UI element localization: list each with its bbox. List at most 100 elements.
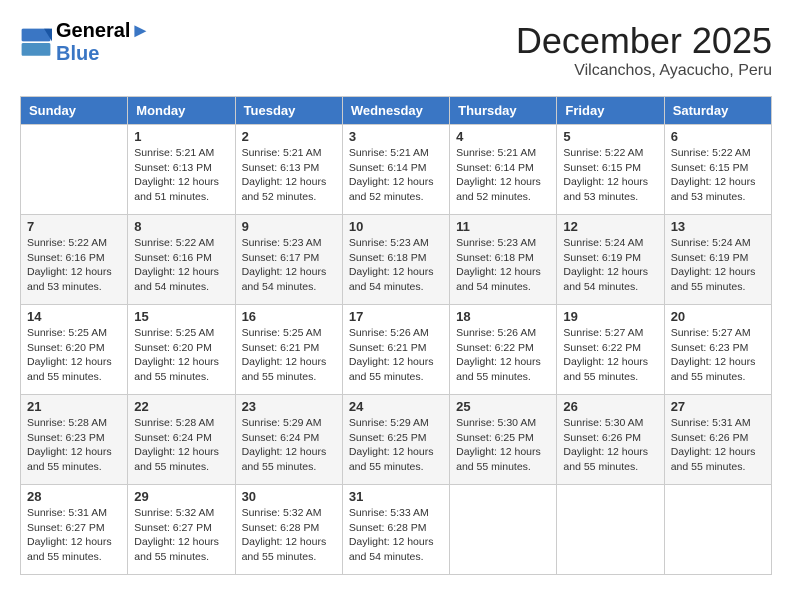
day-number: 24 [349, 399, 443, 414]
calendar-week-2: 7 Sunrise: 5:22 AMSunset: 6:16 PMDaylight… [21, 215, 772, 305]
day-info: Sunrise: 5:33 AMSunset: 6:28 PMDaylight:… [349, 506, 443, 565]
day-info: Sunrise: 5:21 AMSunset: 6:13 PMDaylight:… [242, 146, 336, 205]
day-number: 19 [563, 309, 657, 324]
day-info: Sunrise: 5:27 AMSunset: 6:23 PMDaylight:… [671, 326, 765, 385]
logo-text: General► Blue [56, 20, 150, 66]
calendar-cell: 26 Sunrise: 5:30 AMSunset: 6:26 PMDayligh… [557, 395, 664, 485]
calendar-cell: 30 Sunrise: 5:32 AMSunset: 6:28 PMDayligh… [235, 485, 342, 575]
calendar-cell: 8 Sunrise: 5:22 AMSunset: 6:16 PMDaylight… [128, 215, 235, 305]
day-info: Sunrise: 5:28 AMSunset: 6:23 PMDaylight:… [27, 416, 121, 475]
day-number: 1 [134, 129, 228, 144]
calendar-cell: 18 Sunrise: 5:26 AMSunset: 6:22 PMDayligh… [450, 305, 557, 395]
header-tuesday: Tuesday [235, 97, 342, 125]
calendar-cell: 15Sunrise: 5:25 AMSunset: 6:20 PMDayligh… [128, 305, 235, 395]
day-number: 20 [671, 309, 765, 324]
day-info: Sunrise: 5:21 AMSunset: 6:14 PMDaylight:… [349, 146, 443, 205]
day-number: 12 [563, 219, 657, 234]
day-info: Sunrise: 5:30 AMSunset: 6:25 PMDaylight:… [456, 416, 550, 475]
location-subtitle: Vilcanchos, Ayacucho, Peru [516, 62, 772, 80]
calendar-week-3: 14Sunrise: 5:25 AMSunset: 6:20 PMDayligh… [21, 305, 772, 395]
calendar-cell [21, 125, 128, 215]
day-info: Sunrise: 5:31 AMSunset: 6:26 PMDaylight:… [671, 416, 765, 475]
day-info: Sunrise: 5:25 AMSunset: 6:20 PMDaylight:… [134, 326, 228, 385]
day-info: Sunrise: 5:27 AMSunset: 6:22 PMDaylight:… [563, 326, 657, 385]
month-title: December 2025 [516, 20, 772, 62]
header-monday: Monday [128, 97, 235, 125]
day-number: 7 [27, 219, 121, 234]
day-number: 13 [671, 219, 765, 234]
calendar-cell: 28 Sunrise: 5:31 AMSunset: 6:27 PMDayligh… [21, 485, 128, 575]
calendar-cell: 17 Sunrise: 5:26 AMSunset: 6:21 PMDayligh… [342, 305, 449, 395]
calendar-cell: 10Sunrise: 5:23 AMSunset: 6:18 PMDayligh… [342, 215, 449, 305]
day-info: Sunrise: 5:21 AMSunset: 6:13 PMDaylight:… [134, 146, 228, 205]
day-info: Sunrise: 5:28 AMSunset: 6:24 PMDaylight:… [134, 416, 228, 475]
day-number: 2 [242, 129, 336, 144]
day-info: Sunrise: 5:29 AMSunset: 6:25 PMDaylight:… [349, 416, 443, 475]
day-number: 29 [134, 489, 228, 504]
calendar-cell: 6Sunrise: 5:22 AMSunset: 6:15 PMDaylight… [664, 125, 771, 215]
calendar-cell: 21 Sunrise: 5:28 AMSunset: 6:23 PMDayligh… [21, 395, 128, 485]
header-thursday: Thursday [450, 97, 557, 125]
day-number: 4 [456, 129, 550, 144]
calendar-cell [557, 485, 664, 575]
day-info: Sunrise: 5:26 AMSunset: 6:21 PMDaylight:… [349, 326, 443, 385]
calendar-cell: 13 Sunrise: 5:24 AMSunset: 6:19 PMDayligh… [664, 215, 771, 305]
day-number: 10 [349, 219, 443, 234]
day-number: 8 [134, 219, 228, 234]
logo-icon [20, 27, 52, 59]
day-number: 18 [456, 309, 550, 324]
day-info: Sunrise: 5:22 AMSunset: 6:15 PMDaylight:… [563, 146, 657, 205]
calendar-cell: 5 Sunrise: 5:22 AMSunset: 6:15 PMDaylight… [557, 125, 664, 215]
calendar-cell: 29Sunrise: 5:32 AMSunset: 6:27 PMDayligh… [128, 485, 235, 575]
page-header: General► Blue December 2025 Vilcanchos, … [20, 20, 772, 80]
day-number: 17 [349, 309, 443, 324]
calendar-cell [450, 485, 557, 575]
day-info: Sunrise: 5:22 AMSunset: 6:16 PMDaylight:… [134, 236, 228, 295]
day-number: 3 [349, 129, 443, 144]
day-number: 21 [27, 399, 121, 414]
day-info: Sunrise: 5:31 AMSunset: 6:27 PMDaylight:… [27, 506, 121, 565]
calendar-cell: 20 Sunrise: 5:27 AMSunset: 6:23 PMDayligh… [664, 305, 771, 395]
day-info: Sunrise: 5:26 AMSunset: 6:22 PMDaylight:… [456, 326, 550, 385]
day-info: Sunrise: 5:24 AMSunset: 6:19 PMDaylight:… [563, 236, 657, 295]
day-number: 26 [563, 399, 657, 414]
day-info: Sunrise: 5:21 AMSunset: 6:14 PMDaylight:… [456, 146, 550, 205]
calendar-week-1: 1 Sunrise: 5:21 AMSunset: 6:13 PMDaylight… [21, 125, 772, 215]
calendar-cell: 7 Sunrise: 5:22 AMSunset: 6:16 PMDaylight… [21, 215, 128, 305]
calendar-cell: 22 Sunrise: 5:28 AMSunset: 6:24 PMDayligh… [128, 395, 235, 485]
day-number: 5 [563, 129, 657, 144]
calendar-cell: 1 Sunrise: 5:21 AMSunset: 6:13 PMDaylight… [128, 125, 235, 215]
header-wednesday: Wednesday [342, 97, 449, 125]
day-number: 27 [671, 399, 765, 414]
calendar-cell: 3 Sunrise: 5:21 AMSunset: 6:14 PMDaylight… [342, 125, 449, 215]
day-number: 31 [349, 489, 443, 504]
calendar-cell: 14Sunrise: 5:25 AMSunset: 6:20 PMDayligh… [21, 305, 128, 395]
header-saturday: Saturday [664, 97, 771, 125]
day-info: Sunrise: 5:25 AMSunset: 6:20 PMDaylight:… [27, 326, 121, 385]
day-info: Sunrise: 5:32 AMSunset: 6:28 PMDaylight:… [242, 506, 336, 565]
calendar-cell: 24 Sunrise: 5:29 AMSunset: 6:25 PMDayligh… [342, 395, 449, 485]
calendar-cell: 9 Sunrise: 5:23 AMSunset: 6:17 PMDaylight… [235, 215, 342, 305]
day-info: Sunrise: 5:22 AMSunset: 6:16 PMDaylight:… [27, 236, 121, 295]
calendar-cell: 4 Sunrise: 5:21 AMSunset: 6:14 PMDaylight… [450, 125, 557, 215]
day-info: Sunrise: 5:30 AMSunset: 6:26 PMDaylight:… [563, 416, 657, 475]
calendar-cell: 12 Sunrise: 5:24 AMSunset: 6:19 PMDayligh… [557, 215, 664, 305]
calendar-cell [664, 485, 771, 575]
day-info: Sunrise: 5:23 AMSunset: 6:17 PMDaylight:… [242, 236, 336, 295]
calendar-header-row: Sunday Monday Tuesday Wednesday Thursday… [21, 97, 772, 125]
day-number: 30 [242, 489, 336, 504]
calendar-cell: 16Sunrise: 5:25 AMSunset: 6:21 PMDayligh… [235, 305, 342, 395]
calendar-table: Sunday Monday Tuesday Wednesday Thursday… [20, 96, 772, 575]
day-number: 9 [242, 219, 336, 234]
title-area: December 2025 Vilcanchos, Ayacucho, Peru [516, 20, 772, 80]
day-info: Sunrise: 5:24 AMSunset: 6:19 PMDaylight:… [671, 236, 765, 295]
day-number: 28 [27, 489, 121, 504]
calendar-cell: 31 Sunrise: 5:33 AMSunset: 6:28 PMDayligh… [342, 485, 449, 575]
day-number: 22 [134, 399, 228, 414]
day-number: 16 [242, 309, 336, 324]
calendar-cell: 19 Sunrise: 5:27 AMSunset: 6:22 PMDayligh… [557, 305, 664, 395]
calendar-cell: 25Sunrise: 5:30 AMSunset: 6:25 PMDayligh… [450, 395, 557, 485]
header-sunday: Sunday [21, 97, 128, 125]
calendar-cell: 2 Sunrise: 5:21 AMSunset: 6:13 PMDaylight… [235, 125, 342, 215]
day-number: 23 [242, 399, 336, 414]
